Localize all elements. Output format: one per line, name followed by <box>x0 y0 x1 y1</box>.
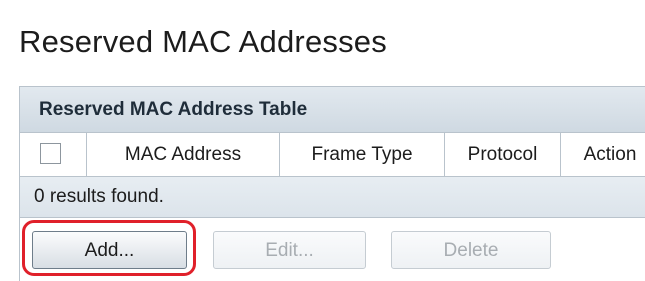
column-header-action: Action <box>561 133 645 176</box>
column-header-mac-address: MAC Address <box>87 133 280 176</box>
table-caption-text: Reserved MAC Address Table <box>39 99 308 120</box>
delete-button[interactable]: Delete <box>391 231 551 269</box>
reserved-mac-address-table: Reserved MAC Address Table MAC Address F… <box>19 86 645 281</box>
button-row: Add... Edit... Delete <box>20 218 645 281</box>
table-header-row: MAC Address Frame Type Protocol Action <box>20 133 645 177</box>
results-count-text: 0 results found. <box>34 186 164 207</box>
add-button[interactable]: Add... <box>32 231 187 269</box>
page: Reserved MAC Addresses Reserved MAC Addr… <box>0 0 645 281</box>
results-row: 0 results found. <box>20 177 645 218</box>
select-all-checkbox[interactable] <box>40 143 61 164</box>
page-title: Reserved MAC Addresses <box>19 24 387 59</box>
column-header-frame-type: Frame Type <box>280 133 445 176</box>
table-caption: Reserved MAC Address Table <box>20 87 645 133</box>
select-all-cell <box>20 133 87 176</box>
edit-button[interactable]: Edit... <box>213 231 366 269</box>
column-header-protocol: Protocol <box>445 133 561 176</box>
